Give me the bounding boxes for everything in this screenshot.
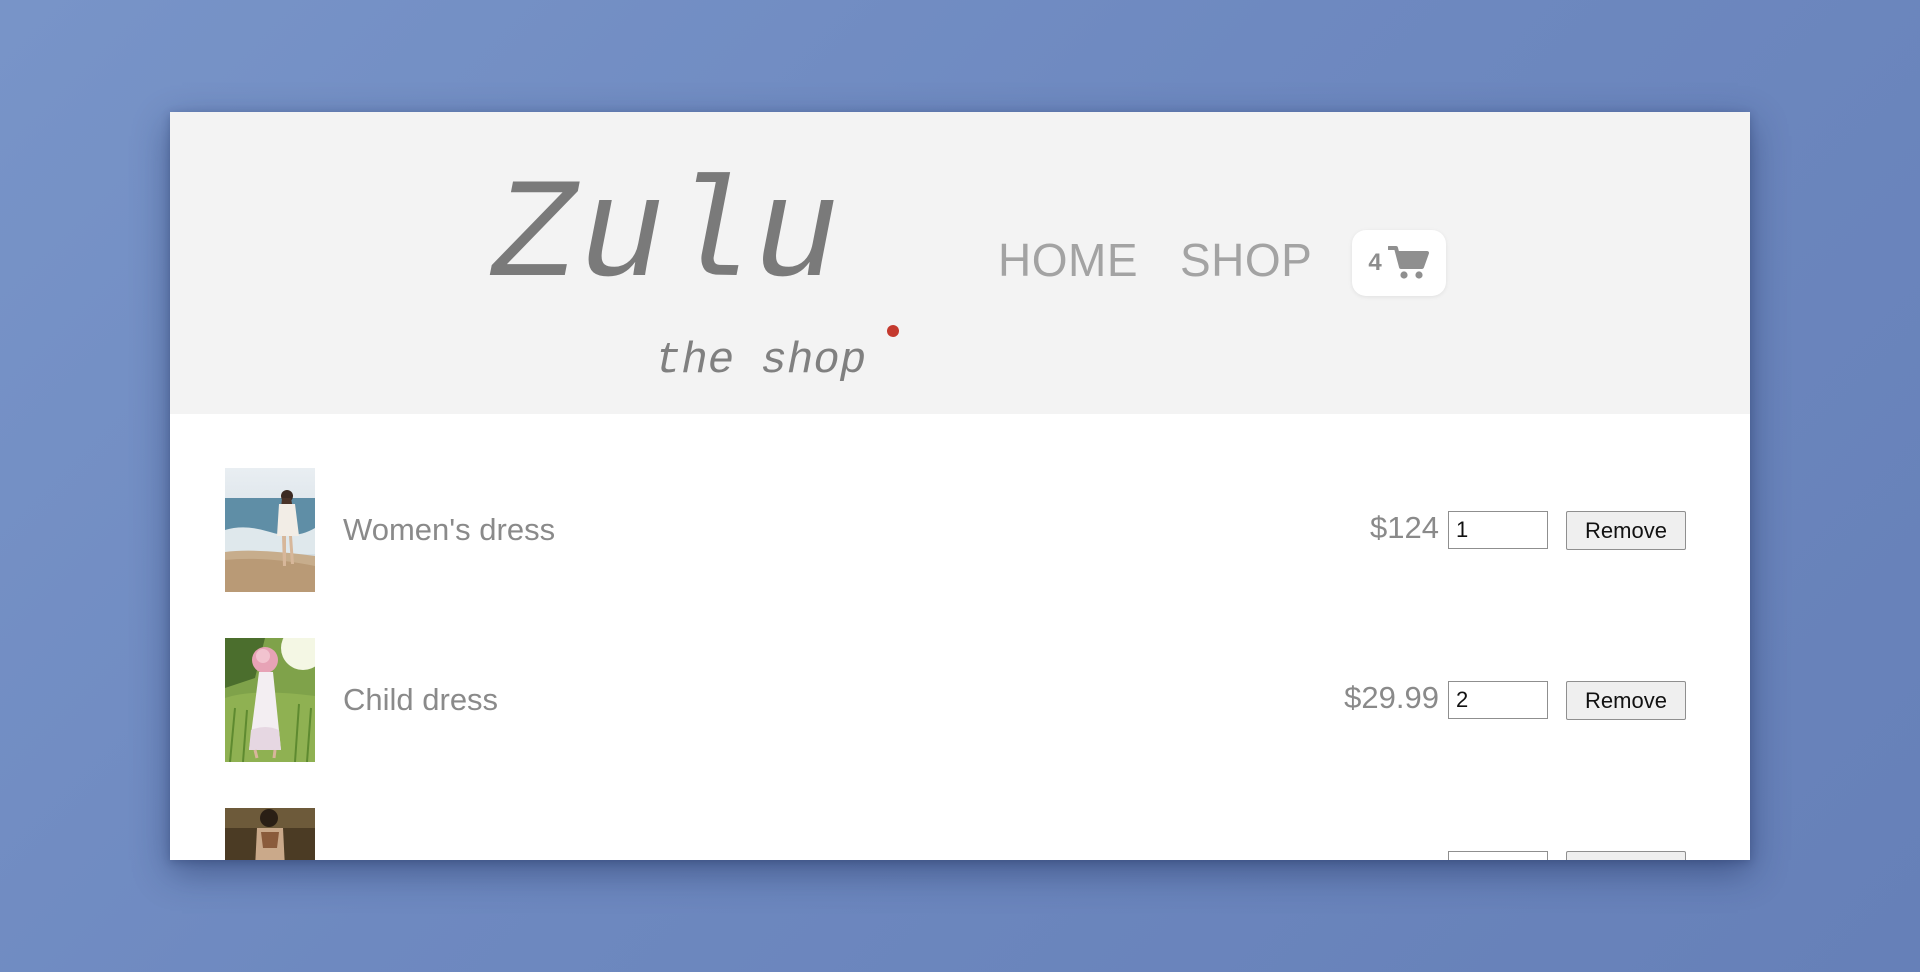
- logo-tagline: the shop: [655, 336, 867, 386]
- product-thumbnail-partial[interactable]: [225, 808, 315, 860]
- logo[interactable]: Zulu the shop: [492, 157, 932, 383]
- app-window: Zulu the shop HOME SHOP 4 Women's dress …: [170, 112, 1750, 860]
- item-price: $29.99: [1344, 680, 1439, 715]
- site-header: Zulu the shop HOME SHOP 4: [170, 112, 1750, 414]
- product-thumbnail-child-dress[interactable]: [225, 638, 315, 762]
- item-price: $124: [1370, 510, 1439, 545]
- cart-item-row: Women's dress $124 Remove: [225, 468, 1695, 592]
- cart-count-badge: 4: [1368, 249, 1382, 276]
- cart-item-row: [225, 808, 1695, 860]
- remove-button[interactable]: [1566, 851, 1686, 860]
- quantity-input[interactable]: [1448, 851, 1548, 860]
- quantity-input[interactable]: [1448, 681, 1548, 719]
- main-nav: HOME SHOP: [998, 237, 1312, 283]
- cart-button[interactable]: 4: [1352, 230, 1446, 296]
- shopping-cart-icon: [1387, 245, 1430, 281]
- nav-shop-link[interactable]: SHOP: [1180, 237, 1312, 283]
- quantity-input[interactable]: [1448, 511, 1548, 549]
- remove-button[interactable]: Remove: [1566, 511, 1686, 550]
- product-thumbnail-womens-dress[interactable]: [225, 468, 315, 592]
- logo-title: Zulu: [492, 157, 841, 318]
- nav-home-link[interactable]: HOME: [998, 237, 1138, 283]
- cart-item-row: Child dress $29.99 Remove: [225, 638, 1695, 762]
- item-name: Child dress: [343, 682, 499, 717]
- logo-dot: [887, 325, 899, 337]
- remove-button[interactable]: Remove: [1566, 681, 1686, 720]
- item-name: Women's dress: [343, 512, 556, 547]
